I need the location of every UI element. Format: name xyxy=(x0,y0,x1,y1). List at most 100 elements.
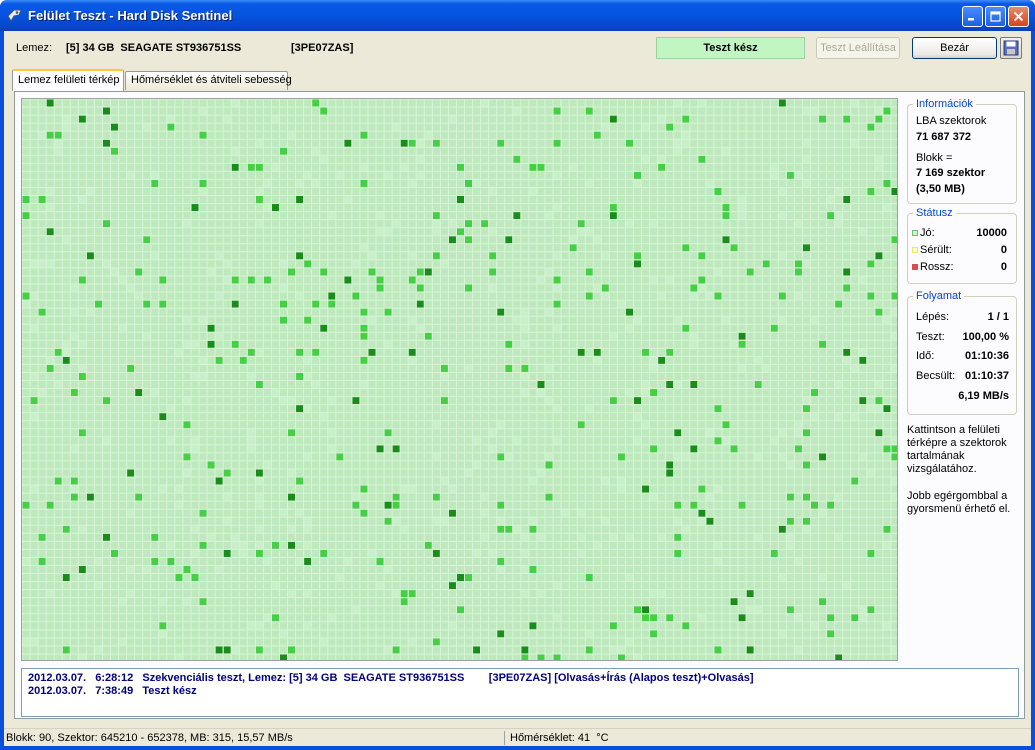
map-cell xyxy=(312,99,320,107)
map-cell xyxy=(891,453,897,461)
map-cell xyxy=(666,469,674,477)
map-cell xyxy=(360,324,368,332)
map-cell xyxy=(360,244,368,252)
map-cell xyxy=(577,220,585,228)
map-cell xyxy=(642,485,650,493)
map-cell xyxy=(78,276,86,284)
map-cell xyxy=(320,638,328,646)
map-cell xyxy=(553,204,561,212)
map-cell xyxy=(344,276,352,284)
map-cell xyxy=(650,364,658,372)
map-cell xyxy=(352,260,360,268)
minimize-button[interactable] xyxy=(962,6,983,27)
map-cell xyxy=(255,477,263,485)
map-cell xyxy=(867,187,875,196)
map-cell xyxy=(392,517,400,525)
map-cell xyxy=(304,525,312,533)
map-cell xyxy=(859,453,867,461)
map-cell xyxy=(223,260,231,268)
map-cell xyxy=(440,477,448,485)
map-cell xyxy=(408,348,416,356)
map-cell xyxy=(650,590,658,598)
map-cell xyxy=(159,630,167,638)
map-cell xyxy=(473,646,481,654)
map-cell xyxy=(183,397,191,405)
map-cell xyxy=(553,582,561,590)
map-cell xyxy=(537,469,545,477)
map-cell xyxy=(601,284,609,292)
map-cell xyxy=(94,557,102,565)
tab-surface-map[interactable]: Lemez felületi térkép xyxy=(12,69,124,91)
map-cell xyxy=(440,260,448,268)
map-cell xyxy=(529,163,537,171)
map-cell xyxy=(271,163,279,171)
map-cell xyxy=(432,638,440,646)
map-cell xyxy=(408,252,416,260)
map-cell xyxy=(465,179,473,187)
map-cell xyxy=(553,252,561,260)
map-cell xyxy=(328,292,336,300)
map-cell xyxy=(529,565,537,574)
map-cell xyxy=(577,509,585,517)
map-cell xyxy=(175,501,183,509)
map-cell xyxy=(207,340,215,348)
surface-map[interactable] xyxy=(21,98,898,661)
map-cell xyxy=(650,493,658,501)
map-cell xyxy=(505,364,513,372)
map-cell xyxy=(247,348,255,356)
map-cell xyxy=(312,300,320,308)
map-cell xyxy=(625,638,633,646)
bad-label: Rossz: xyxy=(920,261,954,273)
map-cell xyxy=(440,372,448,380)
map-cell xyxy=(22,292,30,300)
map-cell xyxy=(392,445,400,453)
log-box[interactable]: 2012.03.07. 6:28:12 Szekvenciális teszt,… xyxy=(21,668,1019,717)
map-cell xyxy=(62,123,70,131)
map-cell xyxy=(312,147,320,155)
map-cell xyxy=(199,372,207,380)
maximize-button[interactable] xyxy=(985,6,1006,27)
map-cell xyxy=(207,461,215,469)
map-cell xyxy=(706,429,714,437)
tab-temperature-speed[interactable]: Hőmérséklet és átviteli sebesség xyxy=(125,71,292,90)
map-cell xyxy=(416,171,424,179)
close-window-button[interactable] xyxy=(1008,6,1029,27)
map-cell xyxy=(682,453,690,461)
map-cell xyxy=(642,381,650,389)
title-bar[interactable]: Felület Teszt - Hard Disk Sentinel xyxy=(0,0,1035,31)
map-cell xyxy=(875,429,883,437)
map-cell xyxy=(288,268,296,276)
surface-map-grid[interactable] xyxy=(22,99,898,661)
map-cell xyxy=(199,187,207,196)
damaged-swatch xyxy=(912,247,918,253)
map-cell xyxy=(706,292,714,300)
map-cell xyxy=(851,413,859,421)
disk-label: Lemez: xyxy=(16,42,53,54)
map-cell xyxy=(119,598,127,606)
map-cell xyxy=(505,453,513,461)
map-cell xyxy=(368,348,376,356)
map-cell xyxy=(183,316,191,324)
close-button[interactable]: Bezár xyxy=(912,37,997,59)
map-cell xyxy=(78,372,86,380)
map-cell xyxy=(569,244,577,252)
status-group-title: Státusz xyxy=(913,207,956,219)
stop-test-button[interactable]: Teszt Leállítása xyxy=(816,37,900,59)
map-cell xyxy=(78,196,86,204)
map-cell xyxy=(30,485,38,493)
map-cell xyxy=(191,204,199,212)
map-cell xyxy=(400,598,408,606)
map-cell xyxy=(674,533,682,541)
map-cell xyxy=(762,364,770,372)
map-cell xyxy=(360,356,368,364)
map-cell xyxy=(537,654,545,660)
map-cell xyxy=(62,236,70,244)
map-cell xyxy=(802,461,810,469)
save-button[interactable] xyxy=(1000,37,1022,59)
map-cell xyxy=(585,179,593,187)
tab-panel: Információk LBA szektorok 71 687 372 Blo… xyxy=(14,91,1025,719)
map-cell xyxy=(46,356,54,364)
map-cell xyxy=(698,284,706,292)
map-cell xyxy=(416,284,424,292)
map-cell xyxy=(666,348,674,356)
